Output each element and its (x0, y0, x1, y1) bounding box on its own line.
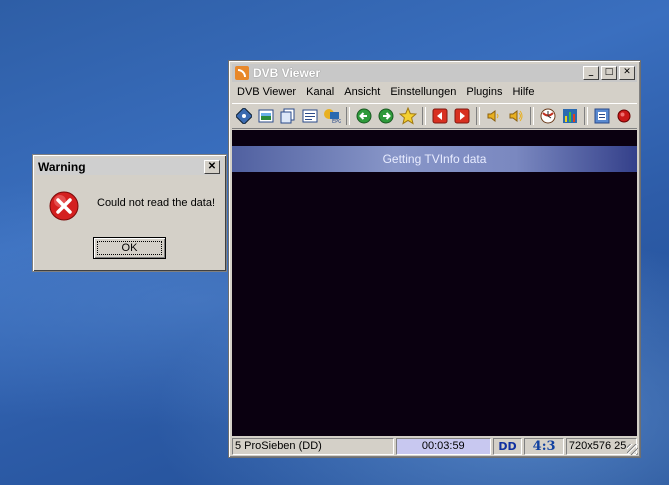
ok-button[interactable]: OK (93, 237, 166, 259)
dvb-viewer-window[interactable]: DVB Viewer _ □ ✕ DVB Viewer Kanal Ansich… (228, 60, 641, 458)
status-bar: 5 ProSieben (DD) 00:03:59 DD 4:3 720x576… (232, 438, 637, 455)
toolbar-separator (584, 107, 588, 125)
osd-info-bar: Getting TVInfo data (232, 146, 637, 172)
window-titlebar[interactable]: DVB Viewer _ □ ✕ (232, 64, 637, 82)
previous-channel-icon[interactable] (430, 106, 450, 126)
close-button[interactable]: ✕ (619, 66, 635, 80)
menu-kanal[interactable]: Kanal (301, 86, 339, 98)
error-icon (48, 190, 80, 225)
picture-icon[interactable] (256, 106, 276, 126)
channel-icon[interactable] (234, 106, 254, 126)
forward-arrow-icon[interactable] (376, 106, 396, 126)
record-icon[interactable] (614, 106, 634, 126)
status-channel: 5 ProSieben (DD) (232, 438, 394, 455)
equalizer-icon[interactable] (560, 106, 580, 126)
rss-app-icon (235, 66, 249, 80)
status-aspect-ratio[interactable]: 4:3 (524, 438, 564, 455)
toolbar-separator (346, 107, 350, 125)
settings-icon[interactable] (592, 106, 612, 126)
svg-text:EPG: EPG (332, 119, 341, 124)
back-arrow-icon[interactable] (354, 106, 374, 126)
toolbar-separator (476, 107, 480, 125)
volume-up-icon[interactable] (506, 106, 526, 126)
toolbar-separator (422, 107, 426, 125)
dialog-close-button[interactable]: ✕ (204, 160, 220, 174)
epg-icon[interactable]: EPG (322, 106, 342, 126)
menu-bar: DVB Viewer Kanal Ansicht Einstellungen P… (232, 83, 637, 101)
status-time: 00:03:59 (395, 438, 491, 455)
warning-dialog: Warning ✕ Could not read the data! OK (32, 154, 227, 272)
toolbar-separator (530, 107, 534, 125)
copy-window-icon[interactable] (278, 106, 298, 126)
menu-einstellungen[interactable]: Einstellungen (385, 86, 461, 98)
dialog-title: Warning (38, 159, 86, 174)
video-area[interactable]: Getting TVInfo data (232, 130, 637, 436)
dolby-digital-icon: DD (492, 438, 523, 455)
ok-focus-ring (97, 241, 162, 255)
menu-dvb-viewer[interactable]: DVB Viewer (232, 86, 301, 98)
toolbar: EPG (232, 103, 637, 129)
volume-down-icon[interactable] (484, 106, 504, 126)
resize-grip[interactable] (627, 444, 638, 455)
favorite-star-icon[interactable] (398, 106, 418, 126)
menu-hilfe[interactable]: Hilfe (507, 86, 539, 98)
dialog-message: Could not read the data! (97, 197, 216, 209)
menu-plugins[interactable]: Plugins (461, 86, 507, 98)
minimize-button[interactable]: _ (583, 66, 599, 80)
menu-ansicht[interactable]: Ansicht (339, 86, 385, 98)
next-channel-icon[interactable] (452, 106, 472, 126)
window-title: DVB Viewer (253, 66, 321, 80)
timeshift-icon[interactable] (538, 106, 558, 126)
maximize-button[interactable]: □ (601, 66, 617, 80)
list-icon[interactable] (300, 106, 320, 126)
dialog-titlebar[interactable]: Warning ✕ (36, 158, 223, 175)
